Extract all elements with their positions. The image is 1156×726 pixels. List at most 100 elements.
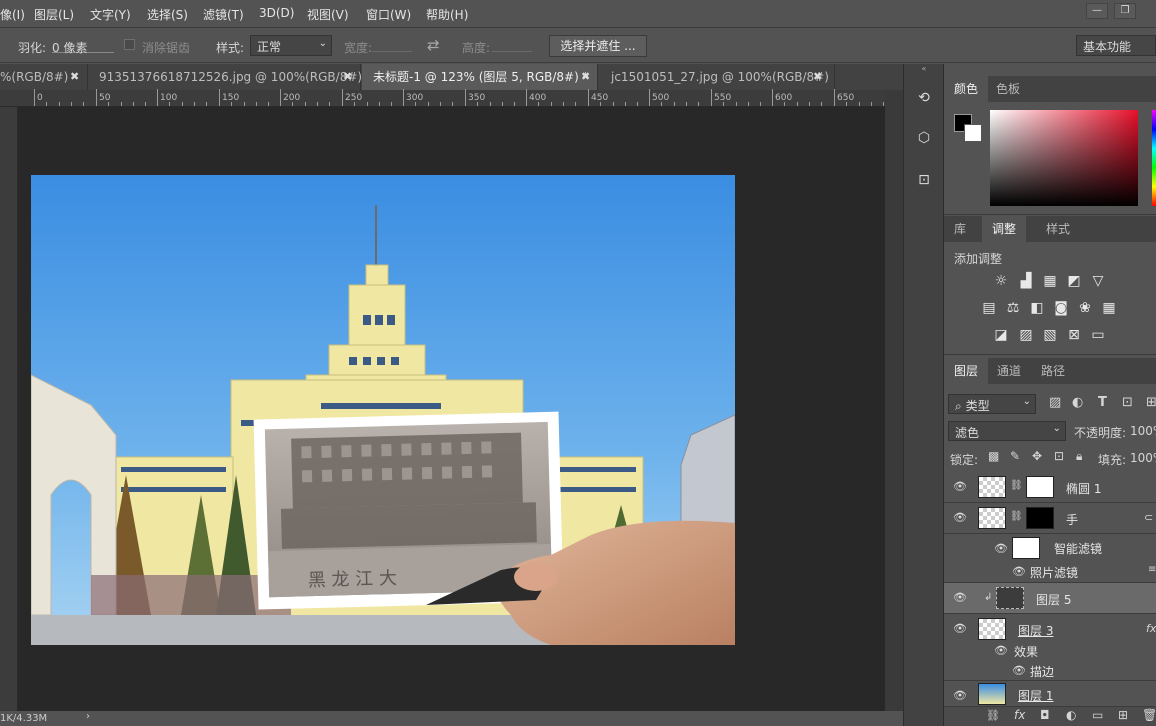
tab-swatches[interactable]: 色板 [986, 76, 1030, 102]
add-style-icon[interactable]: fx [1014, 708, 1025, 722]
status-arrow[interactable]: › [86, 711, 90, 722]
channel-mixer-icon[interactable]: ❀ [1076, 300, 1094, 316]
new-group-icon[interactable]: ▭ [1092, 708, 1103, 722]
tab-color[interactable]: 颜色 [944, 76, 989, 102]
mask-thumbnail[interactable] [1026, 476, 1054, 498]
tab-styles[interactable]: 样式 [1036, 216, 1080, 242]
visibility-eye-icon[interactable]: 👁︎ [1012, 566, 1026, 578]
layer-row[interactable]: 👁︎ 图层 1 [944, 681, 1156, 707]
style-select[interactable]: 正常 ⌄ [250, 35, 332, 56]
selective-color-icon[interactable]: ⊠ [1065, 327, 1083, 343]
close-icon[interactable]: ✖ [581, 64, 590, 90]
menu-layer[interactable]: 图层(L) [34, 6, 74, 23]
lock-all-icon[interactable]: 🔒︎ [1076, 449, 1082, 464]
hue-slider[interactable] [1152, 110, 1156, 206]
restore-button[interactable]: ❐ [1114, 3, 1136, 19]
visibility-eye-icon[interactable]: 👁︎ [1012, 665, 1026, 677]
menu-help[interactable]: 帮助(H) [426, 6, 468, 23]
mask-thumbnail[interactable] [1026, 507, 1054, 529]
menu-image[interactable]: 像(I) [0, 6, 25, 23]
link-icon[interactable]: ⛓ [1010, 480, 1023, 491]
layer-row-selected[interactable]: 👁︎ ↲ 图层 5 [944, 583, 1156, 614]
visibility-eye-icon[interactable]: 👁︎ [994, 543, 1008, 555]
levels-icon[interactable]: ▟ [1017, 273, 1035, 289]
pixel-filter-icon[interactable]: ▨ [1049, 395, 1061, 410]
shape-filter-icon[interactable]: ⊡ [1122, 395, 1133, 410]
gradient-map-icon[interactable]: ▭ [1089, 327, 1107, 343]
hue-saturation-icon[interactable]: ▤ [980, 300, 998, 316]
layer-filter-select[interactable]: ⌕ 类型 ⌄ [948, 394, 1036, 414]
type-filter-icon[interactable]: T [1098, 395, 1107, 410]
blend-mode-select[interactable]: 滤色 ⌄ [948, 421, 1066, 441]
workspace-select[interactable]: 基本功能 [1076, 35, 1156, 56]
tab-library[interactable]: 库 [944, 216, 976, 242]
visibility-eye-icon[interactable]: 👁︎ [953, 623, 967, 635]
menu-filter[interactable]: 滤镜(T) [203, 6, 244, 23]
tab-doc-active[interactable]: 未标题-1 @ 123% (图层 5, RGB/8#) * ✖ [362, 64, 598, 90]
menu-select[interactable]: 选择(S) [147, 6, 188, 23]
tab-adjustments[interactable]: 调整 [982, 216, 1027, 242]
filter-row[interactable]: 👁︎ 照片滤镜 ≡ [944, 561, 1156, 583]
feather-input[interactable]: 0 像素 [52, 39, 114, 55]
menu-3d[interactable]: 3D(D) [259, 6, 294, 20]
close-icon[interactable]: ✖ [343, 64, 352, 90]
visibility-eye-icon[interactable]: 👁︎ [994, 645, 1008, 657]
smart-object-filter-icon[interactable]: ⊞ [1146, 395, 1156, 410]
fx-badge[interactable]: fx [1146, 622, 1156, 635]
color-balance-icon[interactable]: ⚖ [1004, 300, 1022, 316]
tab-paths[interactable]: 路径 [1031, 358, 1075, 384]
select-and-mask-button[interactable]: 选择并遮住 ... [549, 35, 647, 57]
3d-cube-icon[interactable]: ⬡ [912, 126, 936, 150]
height-input[interactable] [492, 51, 532, 52]
visibility-eye-icon[interactable]: 👁︎ [953, 481, 967, 493]
exposure-icon[interactable]: ◩ [1065, 273, 1083, 289]
invert-icon[interactable]: ◪ [992, 327, 1010, 343]
tab-channels[interactable]: 通道 [987, 358, 1031, 384]
swap-icon[interactable]: ⇄ [427, 36, 440, 54]
brightness-icon[interactable]: ☼ [992, 273, 1010, 289]
background-color[interactable] [964, 124, 982, 142]
visibility-eye-icon[interactable]: 👁︎ [953, 592, 967, 604]
new-adjustment-icon[interactable]: ◐ [1066, 708, 1076, 722]
document-canvas[interactable]: 黑 龙 江 大 [31, 175, 735, 645]
fill-value[interactable]: 100% [1130, 451, 1156, 465]
collapse-icon[interactable]: « [904, 64, 944, 74]
lock-transparent-icon[interactable]: ▩ [988, 449, 999, 463]
link-layers-icon[interactable]: ⛓ [986, 709, 1000, 722]
new-layer-icon[interactable]: ⊞ [1118, 708, 1128, 722]
posterize-icon[interactable]: ▨ [1017, 327, 1035, 343]
threshold-icon[interactable]: ▧ [1041, 327, 1059, 343]
lock-pixels-icon[interactable]: ✎ [1010, 449, 1020, 463]
color-picker-field[interactable] [990, 110, 1138, 206]
vertical-scrollbar[interactable] [885, 90, 903, 711]
history-icon[interactable]: ⟲ [912, 86, 936, 110]
layer-row[interactable]: 👁︎ ⛓ 手 ⊂ [944, 503, 1156, 534]
close-icon[interactable]: ✖ [70, 64, 79, 90]
black-white-icon[interactable]: ◧ [1028, 300, 1046, 316]
effect-row[interactable]: 👁︎ 描边 [944, 661, 1156, 681]
visibility-eye-icon[interactable]: 👁︎ [953, 690, 967, 702]
lock-position-icon[interactable]: ✥ [1032, 449, 1042, 463]
tab-doc-2[interactable]: 91351376618712526.jpg @ 100%(RGB/8#) ✖ [89, 64, 362, 90]
photo-filter-icon[interactable]: ◙ [1052, 300, 1070, 316]
menu-type[interactable]: 文字(Y) [90, 6, 131, 23]
filter-mask-thumbnail[interactable] [1012, 537, 1040, 559]
smart-filters-row[interactable]: 👁︎ 智能滤镜 [944, 534, 1156, 561]
effects-row[interactable]: 👁︎ 效果 [944, 641, 1156, 661]
layer-row[interactable]: 👁︎ 图层 3 fx [944, 614, 1156, 641]
filter-options-icon[interactable]: ≡ [1148, 564, 1156, 575]
layer-row[interactable]: 👁︎ ⛓ 椭圆 1 [944, 472, 1156, 503]
delete-layer-icon[interactable]: 🗑︎ [1142, 708, 1156, 722]
menu-view[interactable]: 视图(V) [307, 6, 349, 23]
adjustment-filter-icon[interactable]: ◐ [1072, 395, 1083, 410]
menu-window[interactable]: 窗口(W) [366, 6, 411, 23]
properties-icon[interactable]: ⊡ [912, 168, 936, 192]
vibrance-icon[interactable]: ▽ [1089, 273, 1107, 289]
minimize-button[interactable]: — [1086, 3, 1108, 19]
tab-doc-1[interactable]: %(RGB/8#) ✖ [0, 64, 88, 90]
close-icon[interactable]: ✖ [813, 64, 822, 90]
lock-artboard-icon[interactable]: ⊡ [1054, 449, 1064, 463]
link-icon[interactable]: ⛓ [1010, 511, 1023, 522]
add-mask-icon[interactable]: ◘ [1040, 708, 1050, 722]
opacity-value[interactable]: 100% [1130, 424, 1156, 438]
